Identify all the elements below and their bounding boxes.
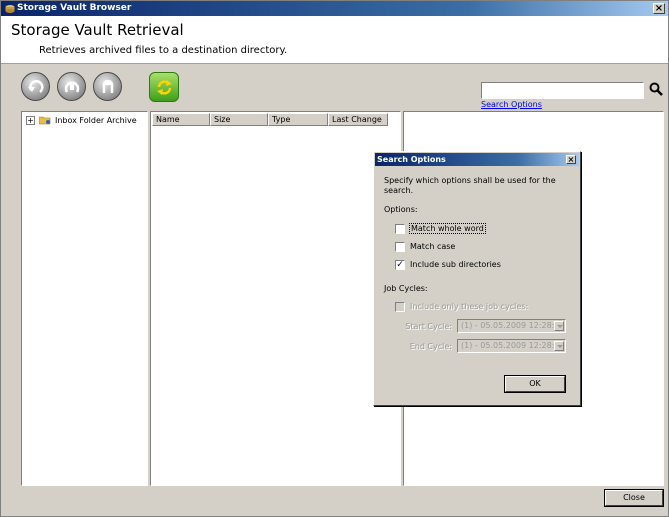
- page-title: Storage Vault Retrieval: [11, 21, 184, 39]
- start-cycle-label: Start Cycle:: [405, 322, 452, 331]
- options-label: Options:: [384, 205, 418, 214]
- match-whole-word-checkbox[interactable]: [395, 223, 405, 234]
- dialog-close-button[interactable]: ×: [566, 155, 576, 164]
- include-sub-directories-option[interactable]: ✓ Include sub directories: [395, 259, 501, 270]
- match-case-option[interactable]: Match case: [395, 241, 455, 252]
- page-header: Storage Vault Retrieval Retrieves archiv…: [1, 16, 668, 64]
- navigate-up-icon: [102, 79, 114, 93]
- storage-vault-browser-window: Storage Vault Browser × Storage Vault Re…: [0, 0, 669, 517]
- navigate-back-icon: [28, 80, 44, 93]
- window-title: Storage Vault Browser: [17, 3, 132, 13]
- file-list[interactable]: Name Size Type Last Change: [150, 111, 401, 486]
- match-case-checkbox[interactable]: [395, 241, 405, 252]
- search-icon[interactable]: [649, 82, 663, 98]
- match-case-label: Match case: [410, 242, 456, 251]
- column-header-type[interactable]: Type: [268, 113, 328, 126]
- include-only-job-cycles-option: Include only these job cycles:: [395, 301, 528, 312]
- chevron-down-icon: [554, 341, 564, 351]
- search-options-link[interactable]: Search Options: [481, 100, 542, 109]
- page-subtitle: Retrieves archived files to a destinatio…: [39, 45, 288, 56]
- match-whole-word-option[interactable]: Match whole word: [395, 223, 486, 234]
- dialog-description: Specify which options shall be used for …: [384, 176, 556, 195]
- column-header-name[interactable]: Name: [152, 113, 210, 126]
- include-only-job-cycles-checkbox: [395, 301, 405, 312]
- chevron-down-icon: [554, 321, 564, 331]
- dialog-title-bar[interactable]: Search Options ×: [375, 153, 579, 166]
- window-close-button[interactable]: ×: [653, 3, 665, 14]
- end-cycle-label: End Cycle:: [409, 342, 452, 351]
- expand-icon[interactable]: +: [26, 116, 35, 125]
- close-button[interactable]: Close: [604, 489, 664, 507]
- ok-button[interactable]: OK: [504, 375, 566, 393]
- match-whole-word-label: Match whole word: [409, 223, 486, 234]
- search-input[interactable]: [481, 82, 644, 99]
- include-sub-directories-label: Include sub directories: [410, 260, 501, 269]
- column-header-size[interactable]: Size: [210, 113, 268, 126]
- job-cycles-label: Job Cycles:: [384, 284, 428, 293]
- end-cycle-value: (1) - 05.05.2009 12:28:0: [461, 341, 560, 350]
- include-sub-directories-checkbox[interactable]: ✓: [395, 259, 405, 270]
- start-cycle-select: (1) - 05.05.2009 12:28:0: [457, 319, 566, 333]
- tree-item-inbox-folder-archive[interactable]: + Inbox Folder Archive: [26, 115, 137, 127]
- tree-item-label: Inbox Folder Archive: [55, 116, 137, 125]
- app-icon: [5, 5, 15, 13]
- folder-icon: [39, 116, 51, 125]
- back-button[interactable]: [21, 72, 50, 101]
- refresh-button[interactable]: [149, 72, 179, 102]
- column-header-last-change[interactable]: Last Change: [328, 113, 388, 126]
- restore-icon: [64, 81, 80, 93]
- title-bar[interactable]: Storage Vault Browser ×: [1, 1, 668, 16]
- folder-tree[interactable]: + Inbox Folder Archive: [21, 111, 148, 486]
- refresh-icon: [157, 80, 172, 95]
- dialog-title: Search Options: [377, 155, 446, 164]
- include-only-job-cycles-label: Include only these job cycles:: [410, 302, 529, 311]
- end-cycle-select: (1) - 05.05.2009 12:28:0: [457, 339, 566, 353]
- up-button[interactable]: [93, 72, 122, 101]
- restore-button[interactable]: [57, 72, 86, 101]
- start-cycle-value: (1) - 05.05.2009 12:28:0: [461, 321, 560, 330]
- search-options-dialog: Search Options × Specify which options s…: [373, 151, 581, 406]
